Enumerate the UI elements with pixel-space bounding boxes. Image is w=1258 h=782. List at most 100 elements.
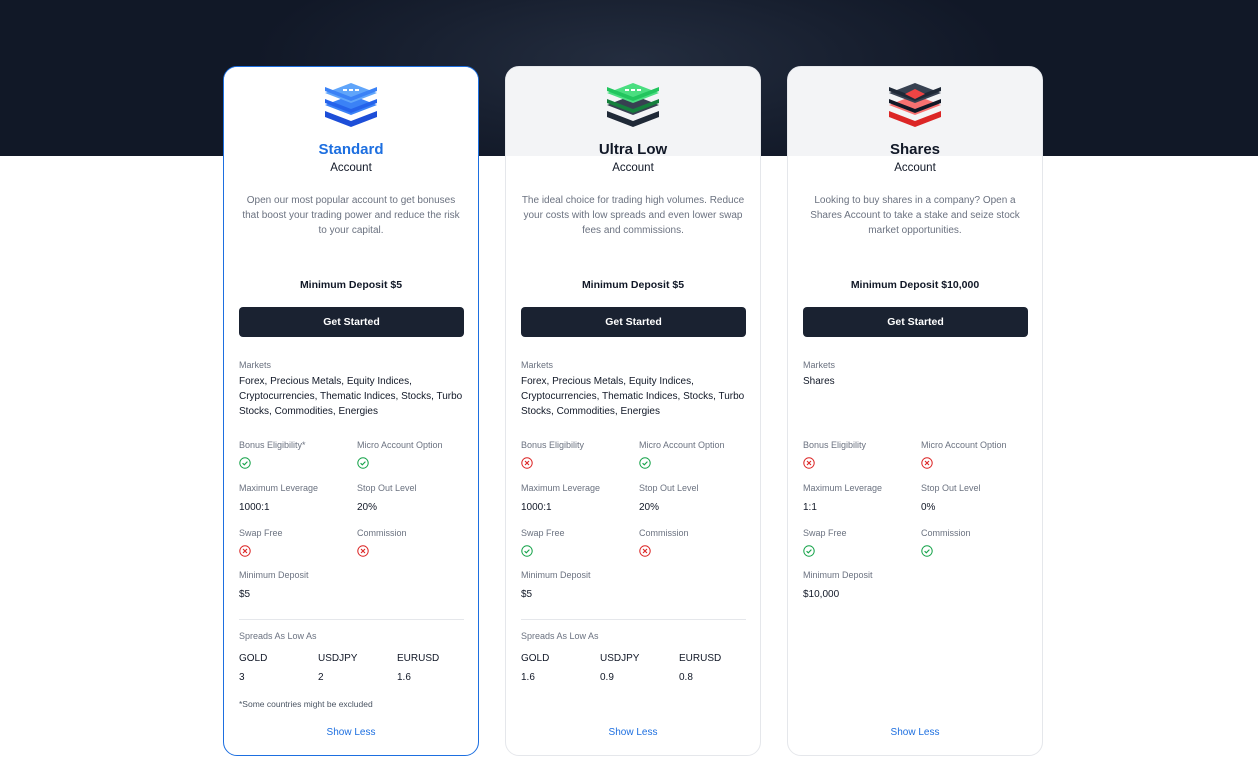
account-cards: Standard Account Open our most popular a… [223, 66, 1043, 756]
markets-value: Shares [803, 376, 835, 387]
check-icon [803, 545, 815, 557]
divider [521, 619, 746, 620]
account-card-standard[interactable]: Standard Account Open our most popular a… [223, 66, 479, 756]
cross-icon [239, 545, 251, 557]
commission-label: Commission [921, 528, 971, 538]
stop-out-level: Stop Out Level 20% [639, 483, 699, 513]
spread-value: 0.9 [600, 672, 614, 683]
stop-out-level: Stop Out Level 0% [921, 483, 981, 513]
commission: Commission [921, 528, 971, 557]
bonus-eligibility: Bonus Eligibility* [239, 440, 306, 469]
swap-free-label: Swap Free [239, 528, 283, 538]
commission: Commission [639, 528, 689, 557]
swap-free-label: Swap Free [521, 528, 565, 538]
micro-account-label: Micro Account Option [921, 440, 1007, 450]
stop-out-value: 20% [639, 502, 660, 513]
spread-symbol: EURUSD [679, 653, 722, 664]
card-subtitle: Account [330, 162, 372, 174]
minimum-deposit: Minimum Deposit $10,000 [803, 570, 873, 600]
min-deposit-value: $5 [521, 589, 533, 600]
min-deposit-label: Minimum Deposit [239, 570, 309, 580]
show-less-link[interactable]: Show Less [788, 727, 1042, 738]
green-layers-icon [607, 83, 659, 127]
max-leverage-value: 1:1 [803, 502, 817, 513]
micro-account-label: Micro Account Option [357, 440, 443, 450]
stop-out-value: 20% [357, 502, 378, 513]
check-icon [921, 545, 933, 557]
micro-account-option: Micro Account Option [921, 440, 1007, 469]
max-leverage-label: Maximum Leverage [239, 483, 319, 493]
card-title: Shares [889, 141, 941, 158]
spread-value: 3 [239, 672, 245, 683]
stop-out-value: 0% [921, 502, 936, 513]
max-leverage-label: Maximum Leverage [803, 483, 883, 493]
stop-out-label: Stop Out Level [357, 483, 417, 493]
bonus-eligibility-label: Bonus Eligibility [803, 440, 867, 450]
card-description: Looking to buy shares in a company? Open… [810, 195, 1020, 236]
spread-symbol: GOLD [521, 653, 550, 664]
spread-item: USDJPY 0.9 [600, 653, 639, 683]
commission-label: Commission [639, 528, 689, 538]
commission-label: Commission [357, 528, 407, 538]
spreads-label: Spreads As Low As [239, 631, 317, 641]
card-title: Standard [318, 141, 384, 158]
max-leverage: Maximum Leverage 1:1 [803, 483, 882, 513]
blue-layers-icon [325, 83, 377, 127]
micro-account-option: Micro Account Option [357, 440, 443, 469]
cross-icon [521, 457, 533, 469]
cross-icon [357, 545, 369, 557]
cross-icon [921, 457, 933, 469]
spread-item: EURUSD 1.6 [397, 653, 439, 683]
check-icon [357, 457, 369, 469]
card-subtitle: Account [612, 162, 654, 174]
spread-item: USDJPY 2 [318, 653, 357, 683]
account-card-shares[interactable]: Shares Account Looking to buy shares in … [787, 66, 1043, 756]
account-card-ultra-low[interactable]: Ultra Low Account The ideal choice for t… [505, 66, 761, 756]
spreads-label: Spreads As Low As [521, 631, 599, 641]
spread-value: 1.6 [397, 672, 411, 683]
max-leverage: Maximum Leverage 1000:1 [239, 483, 318, 513]
card-description: The ideal choice for trading high volume… [521, 195, 745, 236]
check-icon [639, 457, 651, 469]
spread-item: EURUSD 0.8 [679, 653, 721, 683]
spread-value: 2 [318, 672, 324, 683]
get-started-button[interactable]: Get Started [239, 307, 464, 337]
bonus-eligibility-label: Bonus Eligibility* [239, 440, 306, 450]
footnote: *Some countries might be excluded [239, 699, 373, 709]
card-subtitle: Account [894, 162, 936, 174]
spread-symbol: USDJPY [318, 653, 358, 664]
bonus-eligibility: Bonus Eligibility [521, 440, 584, 469]
show-less-link[interactable]: Show Less [506, 727, 760, 738]
max-leverage: Maximum Leverage 1000:1 [521, 483, 600, 513]
stop-out-label: Stop Out Level [639, 483, 699, 493]
max-leverage-value: 1000:1 [521, 502, 552, 513]
show-less-link[interactable]: Show Less [224, 727, 478, 738]
divider [239, 619, 464, 620]
min-deposit-value: $5 [239, 589, 251, 600]
commission: Commission [357, 528, 407, 557]
minimum-deposit: Minimum Deposit $5 [239, 570, 309, 600]
spread-symbol: USDJPY [600, 653, 640, 664]
get-started-button[interactable]: Get Started [521, 307, 746, 337]
spread-value: 1.6 [521, 672, 535, 683]
min-deposit-label: Minimum Deposit [803, 570, 873, 580]
max-leverage-value: 1000:1 [239, 502, 270, 513]
max-leverage-label: Maximum Leverage [521, 483, 601, 493]
markets-value: Forex, Precious Metals, Equity Indices, … [239, 376, 463, 417]
swap-free: Swap Free [239, 528, 283, 557]
swap-free-label: Swap Free [803, 528, 847, 538]
bonus-eligibility-label: Bonus Eligibility [521, 440, 585, 450]
markets-value: Forex, Precious Metals, Equity Indices, … [521, 376, 745, 417]
min-deposit-heading: Minimum Deposit $5 [581, 279, 685, 291]
spread-item: GOLD 1.6 [521, 653, 549, 683]
bonus-eligibility: Bonus Eligibility [803, 440, 866, 469]
swap-free: Swap Free [521, 528, 565, 557]
min-deposit-heading: Minimum Deposit $10,000 [850, 279, 980, 291]
markets-label: Markets [803, 360, 836, 370]
cross-icon [639, 545, 651, 557]
get-started-button[interactable]: Get Started [803, 307, 1028, 337]
swap-free: Swap Free [803, 528, 847, 557]
spread-item: GOLD 3 [239, 653, 267, 683]
spread-value: 0.8 [679, 672, 693, 683]
spread-symbol: GOLD [239, 653, 268, 664]
